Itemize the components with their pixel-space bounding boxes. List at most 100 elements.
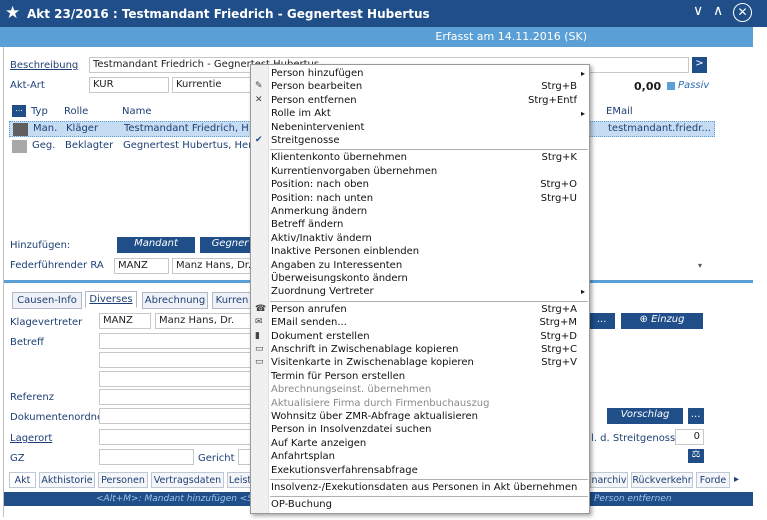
mail-icon: ✉ bbox=[255, 317, 263, 328]
row-email: testmandant.friedr... bbox=[608, 123, 711, 134]
chevron-up-icon[interactable]: ∧ bbox=[713, 3, 723, 19]
menu-item-label: Exekutionsverfahrensabfrage bbox=[271, 464, 418, 476]
menu-item[interactable]: ✔ Streitgenosse bbox=[251, 134, 589, 147]
menu-item-shortcut: Strg+V bbox=[541, 357, 577, 369]
menu-item[interactable]: Betreff ändern bbox=[251, 218, 589, 231]
streitgenossen-field[interactable]: 0 bbox=[675, 429, 704, 445]
bottom-tab-archiv[interactable]: narchiv bbox=[590, 472, 628, 488]
dokumentenordner-more-button[interactable]: ... bbox=[688, 408, 704, 424]
menu-item[interactable]: ✕ Person entfernen Strg+Entf bbox=[251, 94, 589, 107]
bottom-tab-akthistorie[interactable]: Akthistorie bbox=[39, 472, 95, 488]
menu-item-shortcut: Strg+B bbox=[541, 81, 577, 93]
menu-item[interactable]: Klientenkonto übernehmen Strg+K bbox=[251, 151, 589, 164]
add-mandant-button[interactable]: Mandant bbox=[117, 237, 195, 253]
tab-causen-info[interactable]: Causen-Info bbox=[12, 292, 82, 309]
menu-item[interactable]: Angaben zu Interessenten bbox=[251, 259, 589, 272]
menu-item[interactable]: Anfahrtsplan bbox=[251, 450, 589, 463]
kurrentie-field[interactable]: Kurrentie bbox=[172, 77, 262, 93]
menu-item[interactable]: Person in Insolvenzdatei suchen bbox=[251, 423, 589, 436]
menu-item[interactable]: ▭ Visitenkarte in Zwischenablage kopieren… bbox=[251, 356, 589, 369]
akt-art-field[interactable]: KUR bbox=[89, 77, 169, 93]
menu-item[interactable]: ✉ EMail senden... Strg+M bbox=[251, 316, 589, 329]
menu-item[interactable]: Position: nach unten Strg+U bbox=[251, 192, 589, 205]
federfuehrend-name[interactable]: Manz Hans, Dr. bbox=[172, 258, 262, 274]
context-menu: Person hinzufügen ▸ ✎ Person bearbeiten Strg… bbox=[250, 64, 590, 514]
menu-item[interactable]: Termin für Person erstellen bbox=[251, 370, 589, 383]
klagevertreter-code[interactable]: MANZ bbox=[99, 313, 151, 329]
menu-item[interactable]: Person hinzufügen ▸ bbox=[251, 67, 589, 80]
menu-item[interactable]: Inaktive Personen einblenden bbox=[251, 245, 589, 258]
menu-item[interactable]: Insolvenz-/Exekutionsdaten aus Personen … bbox=[251, 481, 589, 494]
menu-item[interactable]: OP-Buchung bbox=[251, 498, 589, 511]
grid-menu-button[interactable]: ... bbox=[12, 105, 26, 117]
scale-icon[interactable]: ⚖ bbox=[688, 449, 704, 463]
passiv-checkbox[interactable] bbox=[667, 82, 675, 90]
dropdown-arrow-icon[interactable]: ▾ bbox=[698, 261, 702, 270]
menu-item-label: Streitgenosse bbox=[271, 135, 340, 146]
menu-item[interactable]: Kurrentienvorgaben übernehmen bbox=[251, 165, 589, 178]
menu-item[interactable]: Nebenintervenient bbox=[251, 121, 589, 134]
referenz-field[interactable] bbox=[99, 389, 254, 405]
chevron-down-icon[interactable]: ∨ bbox=[693, 3, 703, 19]
menu-item[interactable]: ▮ Dokument erstellen Strg+D bbox=[251, 330, 589, 343]
betreff-field-1[interactable] bbox=[99, 333, 254, 349]
vorschlag-button[interactable]: Vorschlag bbox=[607, 408, 683, 424]
menu-item-label: Klientenkonto übernehmen bbox=[271, 152, 407, 164]
menu-item-shortcut: Strg+K bbox=[541, 152, 578, 164]
menu-item[interactable]: Zuordnung Vertreter ▸ bbox=[251, 285, 589, 298]
tab-kurren[interactable]: Kurren bbox=[212, 292, 252, 309]
menu-item[interactable]: Position: nach oben Strg+O bbox=[251, 178, 589, 191]
submenu-arrow-icon: ▸ bbox=[580, 287, 585, 297]
menu-item[interactable]: Anmerkung ändern bbox=[251, 205, 589, 218]
hint-text: <Alt+M>: Mandant hinzufügen <Stra bbox=[96, 494, 266, 504]
col-name[interactable]: Name bbox=[122, 106, 152, 117]
row-color-swatch bbox=[12, 140, 27, 153]
col-email[interactable]: EMail bbox=[606, 106, 633, 117]
bottom-tab-vertragsdaten[interactable]: Vertragsdaten bbox=[151, 472, 224, 488]
menu-item[interactable]: ✎ Person bearbeiten Strg+B bbox=[251, 80, 589, 93]
federfuehrend-code[interactable]: MANZ bbox=[114, 258, 169, 274]
betreff-field-3[interactable] bbox=[99, 371, 254, 387]
menu-item-shortcut: Strg+A bbox=[541, 303, 577, 315]
menu-item[interactable]: ▭ Anschrift in Zwischenablage kopieren Str… bbox=[251, 343, 589, 356]
menu-item[interactable]: Auf Karte anzeigen bbox=[251, 437, 589, 450]
klagevertreter-label: Klagevertreter bbox=[10, 317, 83, 328]
menu-separator bbox=[270, 300, 588, 302]
col-rolle[interactable]: Rolle bbox=[64, 106, 88, 117]
menu-item[interactable]: Überweisungskonto ändern bbox=[251, 272, 589, 285]
go-button[interactable]: > bbox=[692, 57, 707, 73]
hint-text-right: Person entfernen bbox=[594, 494, 672, 504]
dokumentenordner-field[interactable] bbox=[99, 408, 254, 424]
menu-item-label: Angaben zu Interessenten bbox=[271, 259, 403, 271]
einzug-button[interactable]: ⊕ Einzug bbox=[621, 313, 703, 329]
menu-item[interactable]: ☎ Person anrufen Strg+A bbox=[251, 303, 589, 316]
gz-field[interactable] bbox=[99, 449, 194, 465]
menu-item[interactable]: Rolle im Akt ▸ bbox=[251, 107, 589, 120]
close-icon[interactable]: ✕ bbox=[733, 3, 752, 22]
tabs-scroll-right-icon[interactable]: ▸ bbox=[734, 474, 739, 485]
menu-item[interactable]: Exekutionsverfahrensabfrage bbox=[251, 464, 589, 477]
klagevertreter-name[interactable]: Manz Hans, Dr. bbox=[155, 313, 252, 329]
tab-diverses[interactable]: Diverses bbox=[85, 291, 137, 308]
bottom-tab-forde[interactable]: Forde bbox=[696, 472, 730, 488]
menu-item-label: Person entfernen bbox=[271, 94, 357, 106]
bottom-tab-akt[interactable]: Akt bbox=[9, 472, 36, 488]
tab-abrechnung[interactable]: Abrechnung bbox=[142, 292, 208, 309]
klagevertreter-more-button[interactable]: ... bbox=[589, 313, 615, 329]
menu-item-label: Anschrift in Zwischenablage kopieren bbox=[271, 344, 459, 355]
menu-item-label: Visitenkarte in Zwischenablage kopieren bbox=[271, 357, 474, 369]
menu-item-label: Anfahrtsplan bbox=[271, 451, 335, 463]
betreff-field-2[interactable] bbox=[99, 352, 254, 368]
menu-item-shortcut: Strg+C bbox=[541, 344, 577, 355]
lagerort-field[interactable] bbox=[99, 429, 254, 445]
row-rolle: Kläger bbox=[66, 123, 99, 134]
menu-item[interactable]: Aktiv/Inaktiv ändern bbox=[251, 232, 589, 245]
bottom-tab-personen[interactable]: Personen bbox=[98, 472, 148, 488]
bottom-tab-rueckverkehr[interactable]: Rückverkehr bbox=[631, 472, 693, 488]
star-icon[interactable]: ★ bbox=[5, 3, 20, 23]
menu-item-shortcut: Strg+Entf bbox=[527, 94, 577, 106]
col-typ[interactable]: Typ bbox=[31, 106, 48, 117]
menu-item-label: Dokument erstellen bbox=[271, 330, 370, 342]
menu-item[interactable]: Wohnsitz über ZMR-Abfrage aktualisieren bbox=[251, 410, 589, 423]
menu-item-label: Abrechnungseinst. übernehmen bbox=[271, 384, 432, 396]
